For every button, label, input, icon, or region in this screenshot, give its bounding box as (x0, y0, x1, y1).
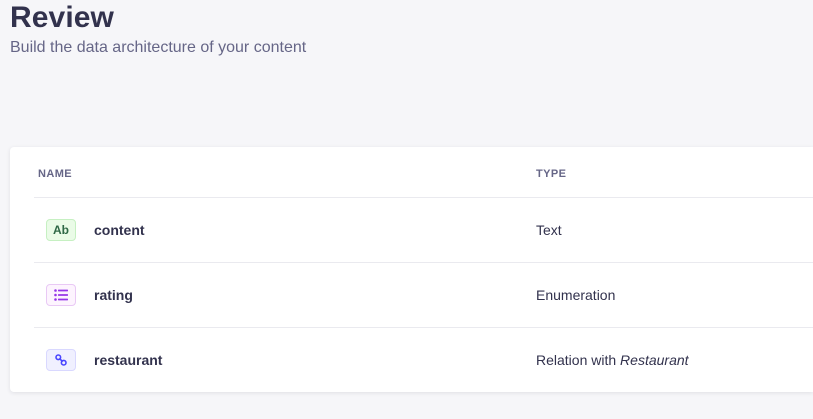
table-row[interactable]: rating Enumeration (34, 262, 813, 327)
relation-target: Restaurant (620, 352, 689, 368)
field-type-label: Text (536, 222, 562, 238)
field-type: Text (536, 222, 562, 238)
field-name: content (94, 222, 145, 238)
content-type-page: Review Build the data architecture of yo… (0, 0, 813, 419)
field-name: rating (94, 287, 133, 303)
field-name: restaurant (94, 352, 163, 368)
field-type: Relation with Restaurant (536, 352, 689, 368)
relation-link-icon (46, 349, 76, 371)
page-subtitle: Build the data architecture of your cont… (10, 39, 307, 56)
enumeration-list-icon (46, 284, 76, 306)
column-header-name: NAME (38, 168, 72, 180)
text-field-icon: Ab (46, 219, 76, 241)
table-row[interactable]: restaurant Relation with Restaurant (34, 327, 813, 392)
page-title: Review (10, 1, 114, 34)
field-type: Enumeration (536, 287, 615, 303)
field-type-label: Enumeration (536, 287, 616, 303)
field-type-label: Relation with (536, 352, 621, 368)
page-header: Review Build the data architecture of yo… (10, 0, 306, 59)
table-header: NAME TYPE (10, 147, 813, 197)
column-header-type: TYPE (536, 168, 567, 180)
table-row[interactable]: Ab content Text (34, 197, 813, 262)
fields-table: NAME TYPE Ab content Text rating Enumera… (10, 147, 813, 392)
